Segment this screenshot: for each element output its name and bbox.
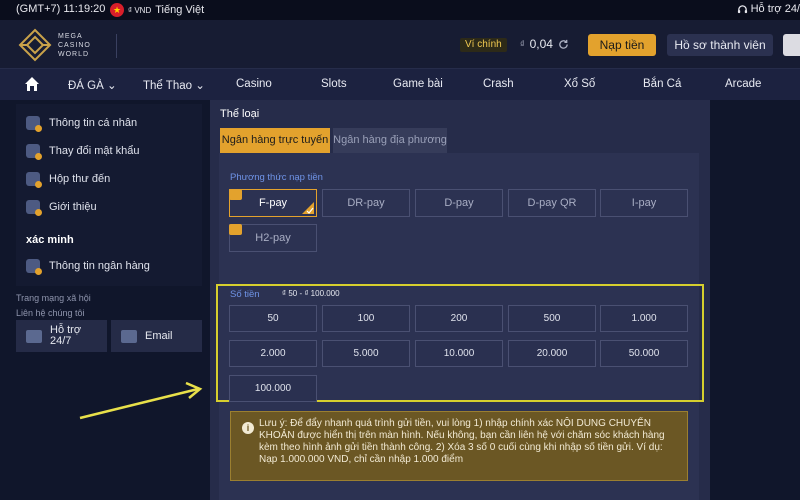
sidebar-item-change-password[interactable]: Thay đổi mật khẩu [26,144,140,160]
amount-option[interactable]: 100 [322,305,410,332]
amount-range: ₫ 50 - ₫ 100.000 [282,289,340,298]
thumb-badge-icon [229,189,242,200]
amount-option[interactable]: 1.000 [600,305,688,332]
amount-option[interactable]: 200 [415,305,503,332]
support-247-button[interactable]: Hỗ trợ 24/7 [16,320,107,352]
sidebar-item-profile[interactable]: Thông tin cá nhân [26,116,137,132]
category-title: Thể loại [220,108,260,120]
extra-header-button[interactable] [783,34,800,56]
bank-icon [26,259,42,275]
sidebar-item-referral[interactable]: Giới thiệu [26,200,97,216]
sidebar-item-bank-info[interactable]: Thông tin ngân hàng [26,259,150,275]
tab-local-banking[interactable]: Ngân hàng địa phương [333,128,447,153]
method-i-pay[interactable]: I-pay [600,189,688,217]
amount-option[interactable]: 20.000 [508,340,596,367]
amount-option[interactable]: 100.000 [229,375,317,402]
method-label: Phương thức nạp tiền [230,172,323,183]
amount-option[interactable]: 500 [508,305,596,332]
nav-item-casino[interactable]: Casino [236,78,272,90]
nav-item-crash[interactable]: Crash [483,78,514,90]
chat-icon [26,329,42,343]
method-h2-pay[interactable]: H2-pay [229,224,317,252]
deposit-notice: i Lưu ý: Để đẩy nhanh quá trình gửi tiền… [230,411,688,481]
home-icon[interactable] [24,76,40,92]
nav-item-xo-so[interactable]: Xổ Số [564,78,595,90]
lock-icon [26,144,42,160]
vietnam-flag-icon: ★ [110,3,124,17]
amount-option[interactable]: 50.000 [600,340,688,367]
nav-item-slots[interactable]: Slots [321,78,347,90]
profile-button[interactable]: Hồ sơ thành viên [667,34,773,56]
info-icon: i [242,422,254,434]
amount-option[interactable]: 5.000 [322,340,410,367]
nav-item-ban-ca[interactable]: Bắn Cá [643,78,681,90]
top-bar: (GMT+7) 11:19:20 ★ ₫ VND Tiếng Việt Hỗ t… [0,0,800,20]
email-icon [121,329,137,343]
user-icon [26,116,42,132]
clock-text: (GMT+7) 11:19:20 [16,3,106,15]
language-label: Tiếng Việt [155,4,205,16]
notice-text: Lưu ý: Để đẩy nhanh quá trình gửi tiền, … [259,418,665,465]
brand-text: MEGA CASINO WORLD [58,32,91,58]
headset-icon [737,4,747,13]
nav-item-the-thao[interactable]: Thể Thao ⌄ [143,78,205,92]
account-sidebar: Thông tin cá nhân Thay đổi mật khẩu Hộp … [16,104,202,286]
wallet-label: Ví chính [460,38,507,52]
deposit-button[interactable]: Nạp tiền [588,34,656,56]
diamond-logo-icon [18,28,52,62]
tab-online-banking[interactable]: Ngân hàng trực tuyến [220,128,330,153]
support-label: Hỗ trợ 24/ [750,3,800,15]
method-f-pay[interactable]: F-pay [229,189,317,217]
method-d-pay-qr[interactable]: D-pay QR [508,189,596,217]
language-selector[interactable]: ★ ₫ VND Tiếng Việt [110,3,204,17]
mail-icon [26,172,42,188]
main-nav: ĐÁ GÀ ⌄ Thể Thao ⌄ Casino Slots Game bài… [0,68,800,100]
contact-label: Liên hệ chúng tôi [16,308,85,318]
support-link[interactable]: Hỗ trợ 24/ [737,3,800,15]
nav-item-arcade[interactable]: Arcade [725,78,761,90]
nav-item-game-bai[interactable]: Game bài [393,78,443,90]
check-icon [302,202,314,214]
amount-label: Số tiền [230,289,260,300]
currency-symbol: ₫ [520,39,525,49]
amount-option[interactable]: 10.000 [415,340,503,367]
sidebar-item-inbox[interactable]: Hộp thư đến [26,172,110,188]
thumb-badge-icon [229,224,242,235]
email-button[interactable]: Email [111,320,202,352]
header-divider [116,34,117,58]
verify-heading: xác minh [26,234,74,246]
chevron-down-icon: ⌄ [195,80,205,92]
method-d-pay[interactable]: D-pay [415,189,503,217]
amount-option[interactable]: 2.000 [229,340,317,367]
method-dr-pay[interactable]: DR-pay [322,189,410,217]
header: MEGA CASINO WORLD Ví chính ₫ 0,04 Nạp ti… [0,20,800,68]
balance-value: 0,04 [529,37,553,51]
chevron-down-icon: ⌄ [107,80,117,92]
referral-icon [26,200,42,216]
social-label: Trang mạng xã hội [16,293,91,303]
nav-item-da-ga[interactable]: ĐÁ GÀ ⌄ [68,78,117,92]
balance-display: ₫ 0,04 [520,37,569,51]
brand-logo[interactable]: MEGA CASINO WORLD [18,28,91,62]
amount-option[interactable]: 50 [229,305,317,332]
currency-code: ₫ VND [128,5,152,15]
refresh-icon[interactable] [558,39,569,50]
